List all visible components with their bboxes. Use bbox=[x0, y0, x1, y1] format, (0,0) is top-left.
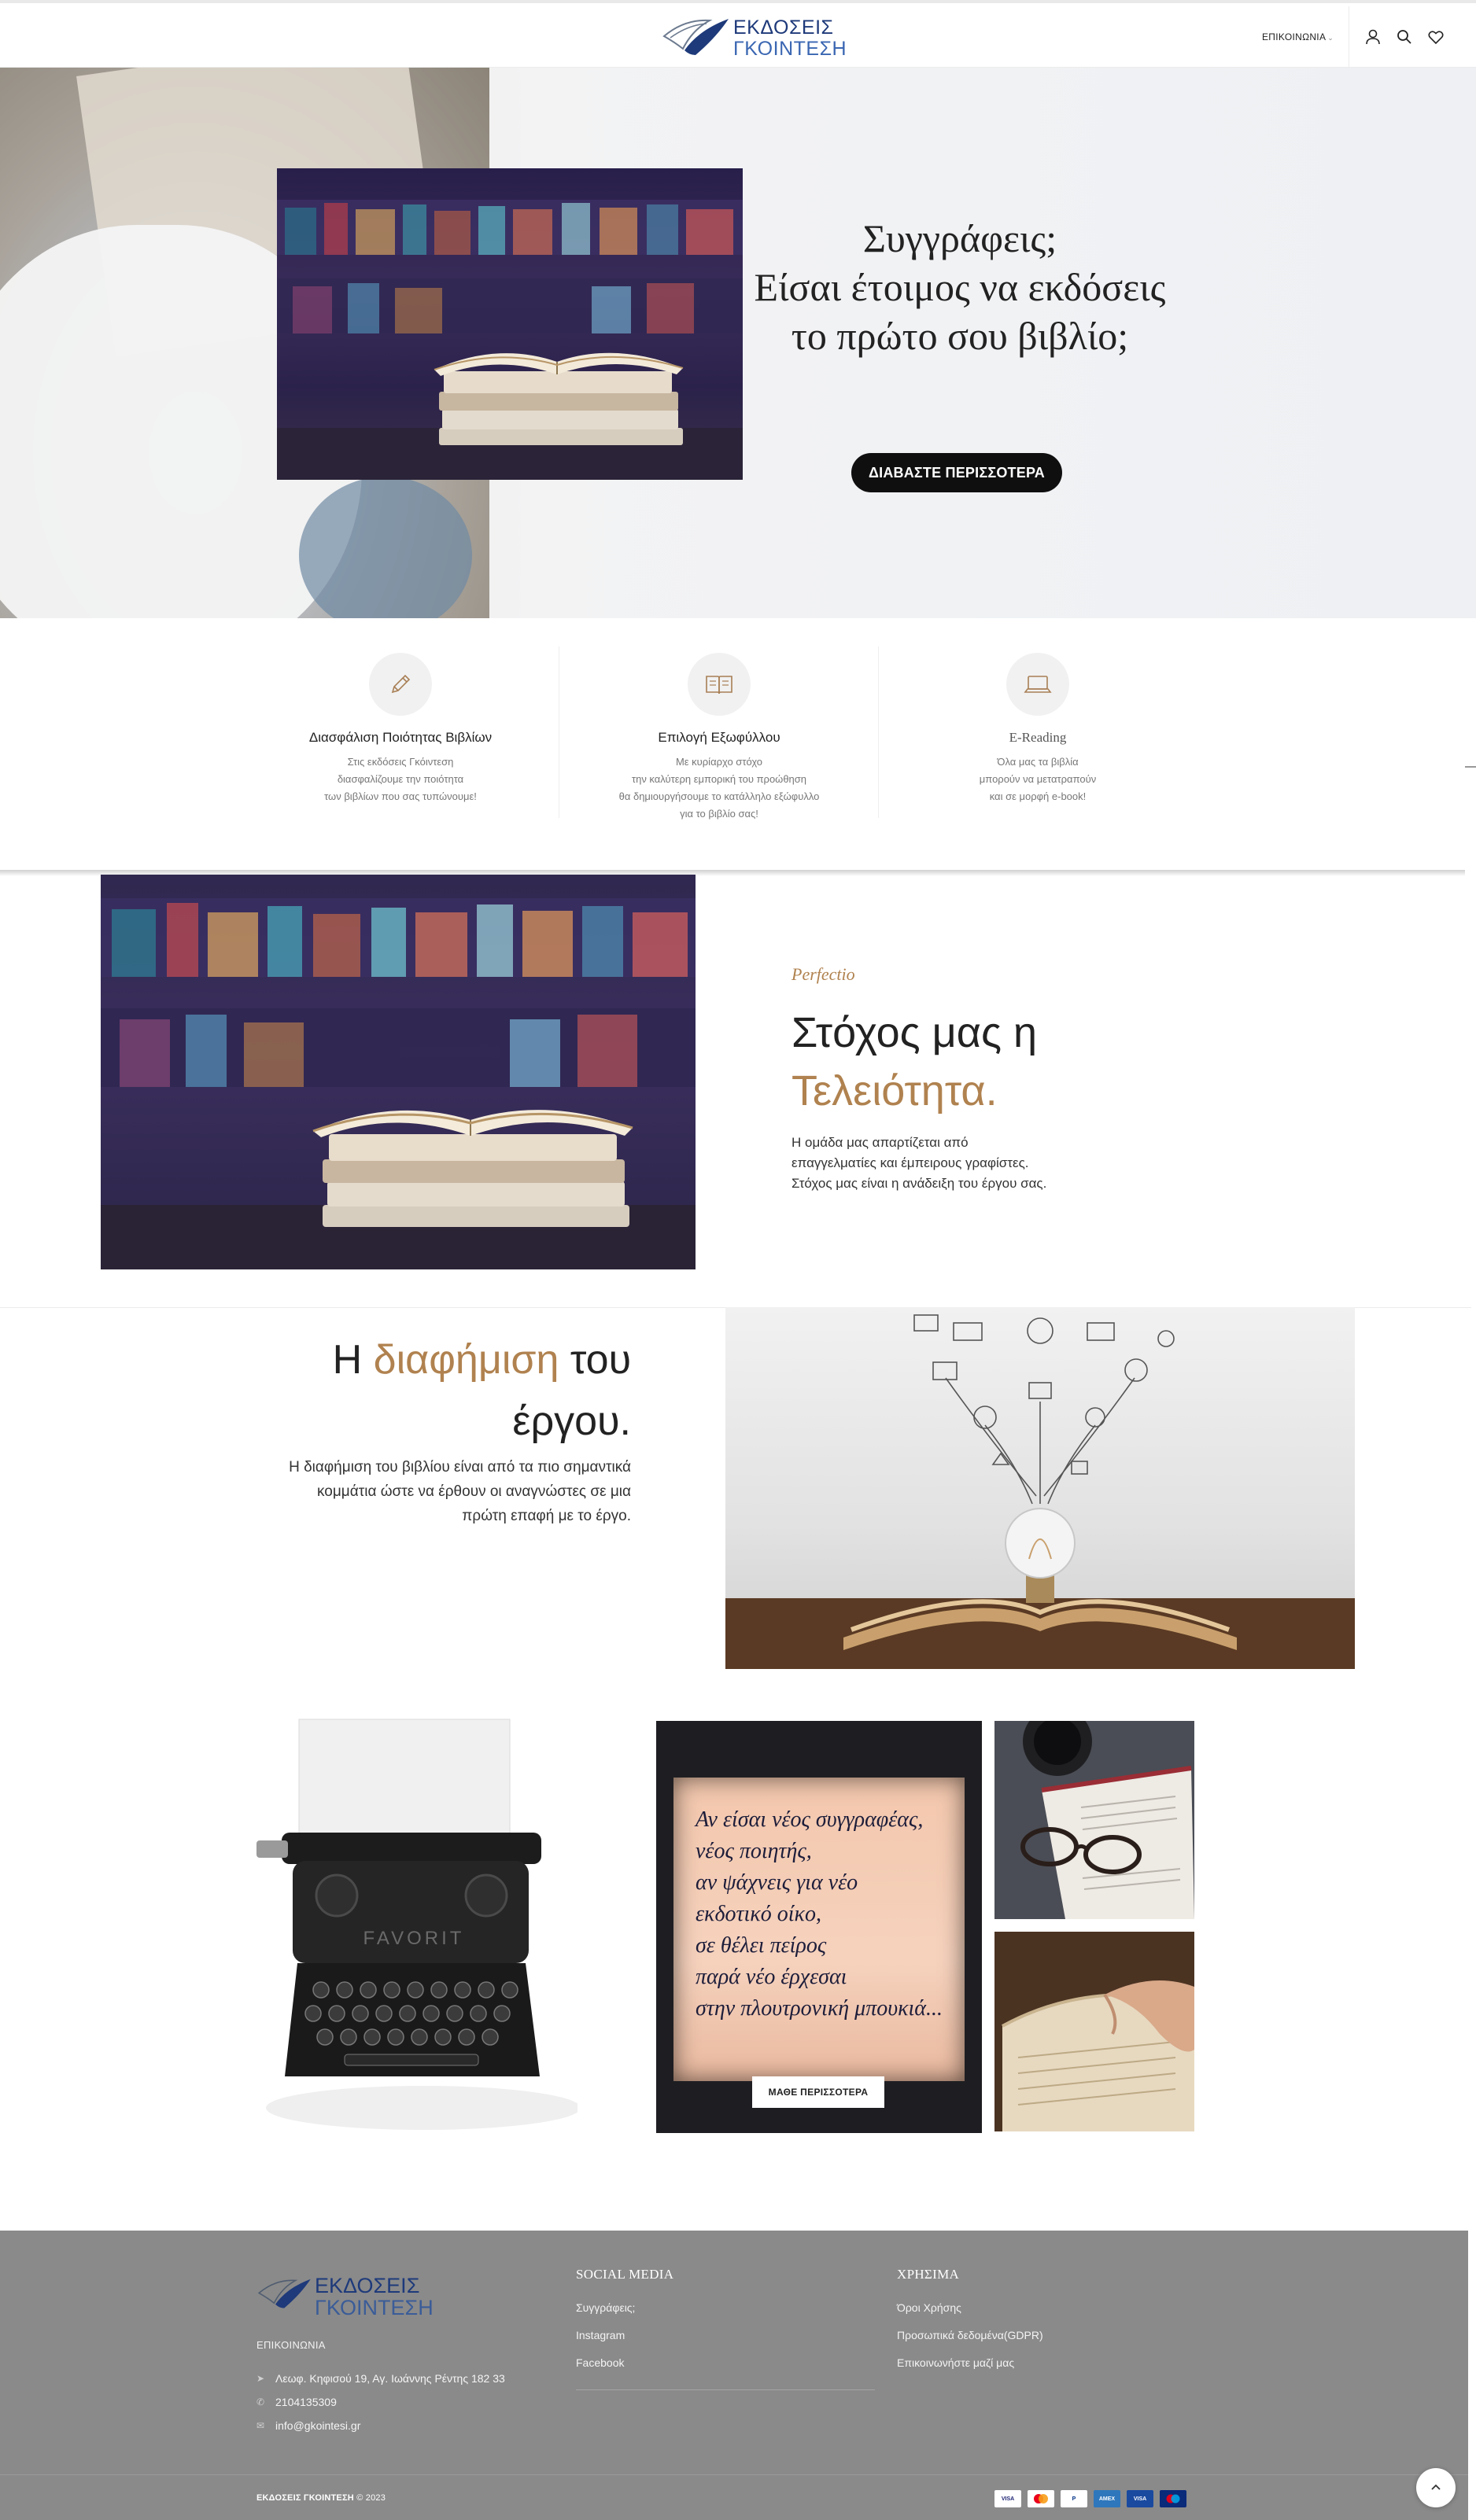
copyright-year: © 2023 bbox=[356, 2493, 386, 2503]
advertising-title-line2: έργου. bbox=[512, 1398, 631, 1444]
reading-hand-photo bbox=[994, 1932, 1194, 2131]
svg-text:FAVORIT: FAVORIT bbox=[363, 1928, 465, 1949]
note-text: Αν είσαι νέος συγγραφέας, νέος ποιητής, … bbox=[696, 1807, 943, 2021]
advertising-paragraph: Η διαφήμιση του βιβλίου είναι από τα πιο… bbox=[289, 1459, 631, 1524]
perfection-books-photo bbox=[101, 875, 696, 1269]
footer-link-terms[interactable]: Όροι Χρήσης bbox=[897, 2301, 961, 2314]
footer-divider bbox=[576, 2389, 875, 2390]
advertising-lightbulb-photo bbox=[725, 1307, 1355, 1669]
site-footer: ΕΚΔΟΣΕΙΣ ΓΚΟΙΝΤΕΣΗ ΕΠΙΚΟΙΝΩΝΙΑ ➤ Λεωφ. Κη… bbox=[0, 2231, 1468, 2520]
advertising-title: Η διαφήμιση του έργου. bbox=[236, 1329, 631, 1452]
phone-icon: ✆ bbox=[256, 2397, 265, 2408]
advertising-title-prefix: Η bbox=[332, 1337, 374, 1383]
paypal-icon: P bbox=[1061, 2490, 1087, 2507]
footer-logo-line2: ΓΚΟΙΝΤΕΣΗ bbox=[315, 2296, 434, 2319]
footer-logo-line1: ΕΚΔΟΣΕΙΣ bbox=[315, 2274, 420, 2297]
hero-books-photo bbox=[277, 168, 743, 480]
learn-more-button[interactable]: ΜΑΘΕ ΠΕΡΙΣΣΟΤΕΡΑ bbox=[752, 2076, 884, 2108]
visa-electron-icon: VISA bbox=[1127, 2490, 1153, 2507]
location-arrow-icon: ➤ bbox=[256, 2373, 265, 2384]
footer-link-contact-us[interactable]: Επικοινωνήστε μαζί μας bbox=[897, 2356, 1014, 2369]
footer-social-title: SOCIAL MEDIA bbox=[576, 2267, 674, 2282]
footer-contact-heading: ΕΠΙΚΟΙΝΩΝΙΑ bbox=[256, 2339, 326, 2351]
edge-marker bbox=[1465, 766, 1476, 768]
feature-title: Επιλογή Εξωφύλλου bbox=[658, 730, 780, 745]
logo-text: ΕΚΔΟΣΕΙΣ ΓΚΟΙΝΤΕΣΗ bbox=[733, 17, 847, 60]
read-more-button[interactable]: ΔΙΑΒΑΣΤΕ ΠΕΡΙΣΣΟΤΕΡΑ bbox=[851, 453, 1062, 492]
feature-description: Με κυρίαρχο στόχο την καλύτερη εμπορική … bbox=[618, 756, 820, 820]
footer-email[interactable]: ✉ info@gkointesi.gr bbox=[256, 2419, 360, 2432]
feature-quality: Διασφάλιση Ποιότητας Βιβλίων Στις εκδόσε… bbox=[242, 653, 559, 805]
site-logo[interactable]: ΕΚΔΟΣΕΙΣ ΓΚΟΙΝΤΕΣΗ bbox=[661, 14, 847, 63]
footer-link-facebook[interactable]: Facebook bbox=[576, 2356, 624, 2369]
footer-email-text: info@gkointesi.gr bbox=[275, 2419, 361, 2432]
typewriter-photo: FAVORIT bbox=[250, 1715, 577, 2131]
perfection-script-label: Perfectio bbox=[792, 964, 855, 984]
hero-title: Συγγράφεις; Είσαι έτοιμος να εκδόσεις το… bbox=[677, 214, 1243, 360]
site-header: ΕΚΔΟΣΕΙΣ ΓΚΟΙΝΤΕΣΗ ΕΠΙΚΟΙΝΩΝΙΑ ⌄ bbox=[0, 0, 1476, 71]
chevron-down-icon: ⌄ bbox=[1327, 34, 1334, 42]
laptop-icon bbox=[1024, 676, 1052, 693]
pencil-icon bbox=[391, 674, 411, 694]
nav-contact-link[interactable]: ΕΠΙΚΟΙΝΩΝΙΑ ⌄ bbox=[1262, 31, 1334, 42]
footer-link-gdpr[interactable]: Προσωπικά δεδομένα(GDPR) bbox=[897, 2329, 1043, 2341]
feature-description: Στις εκδόσεις Γκόιντεση διασφαλίζουμε τη… bbox=[324, 756, 477, 802]
mastercard-icon bbox=[1028, 2490, 1054, 2507]
search-icon[interactable] bbox=[1396, 28, 1413, 46]
hero-section: Συγγράφεις; Είσαι έτοιμος να εκδόσεις το… bbox=[0, 68, 1476, 618]
hero-title-line3: το πρώτο σου βιβλίο; bbox=[791, 314, 1129, 358]
quill-logo-icon bbox=[257, 2279, 311, 2308]
hero-title-line1: Συγγράφεις; bbox=[862, 216, 1057, 260]
footer-useful-title: ΧΡΗΣΙΜΑ bbox=[897, 2267, 960, 2282]
perfection-title-line1: Στόχος μας η bbox=[792, 1009, 1038, 1056]
perfection-title-line2: Τελειότητα. bbox=[792, 1067, 998, 1114]
quill-logo-icon bbox=[662, 19, 729, 55]
scroll-to-top-button[interactable] bbox=[1416, 2468, 1456, 2507]
logo-line1: ΕΚΔΟΣΕΙΣ bbox=[733, 17, 834, 39]
chevron-up-icon bbox=[1431, 2484, 1441, 2490]
footer-link-instagram[interactable]: Instagram bbox=[576, 2329, 625, 2341]
envelope-icon: ✉ bbox=[256, 2420, 265, 2431]
footer-phone[interactable]: ✆ 2104135309 bbox=[256, 2396, 337, 2408]
open-book-icon bbox=[706, 676, 732, 694]
feature-title: Διασφάλιση Ποιότητας Βιβλίων bbox=[308, 730, 493, 745]
footer-link-writers[interactable]: Συγγράφεις; bbox=[576, 2301, 635, 2314]
nav-contact-label: ΕΠΙΚΟΙΝΩΝΙΑ bbox=[1262, 31, 1327, 42]
visa-icon: VISA bbox=[994, 2490, 1021, 2507]
footer-address-text: Λεωφ. Κηφισού 19, Αγ. Ιωάννης Ρέντης 182… bbox=[275, 2372, 505, 2385]
features-section: Διασφάλιση Ποιότητας Βιβλίων Στις εκδόσε… bbox=[0, 618, 1476, 873]
logo-line2: ΓΚΟΙΝΤΕΣΗ bbox=[733, 38, 847, 60]
feature-title: E-Reading bbox=[1009, 730, 1067, 745]
heart-icon[interactable] bbox=[1427, 28, 1445, 46]
advertising-title-suffix: του bbox=[559, 1337, 631, 1383]
user-icon[interactable] bbox=[1364, 28, 1382, 46]
hero-title-line2: Είσαι έτοιμος να εκδόσεις bbox=[754, 265, 1166, 309]
advertising-title-accent: διαφήμιση bbox=[373, 1337, 559, 1383]
writer-note-card: Αν είσαι νέος συγγραφέας, νέος ποιητής, … bbox=[656, 1721, 982, 2133]
glasses-book-photo bbox=[994, 1721, 1194, 1919]
footer-address: ➤ Λεωφ. Κηφισού 19, Αγ. Ιωάννης Ρέντης 18… bbox=[256, 2372, 505, 2385]
feature-description: Όλα μας τα βιβλία μπορούν να μετατραπούν… bbox=[979, 756, 1097, 802]
footer-copyright: ΕΚΔΟΣΕΙΣ ΓΚΟΙΝΤΕΣΗ © 2023 bbox=[256, 2493, 386, 2503]
handwritten-note: Αν είσαι νέος συγγραφέας, νέος ποιητής, … bbox=[673, 1778, 965, 2081]
feature-icon-circle bbox=[688, 653, 751, 716]
maestro-icon bbox=[1160, 2490, 1186, 2507]
feature-icon-circle bbox=[1006, 653, 1069, 716]
amex-icon: AMEX bbox=[1094, 2490, 1120, 2507]
footer-logo[interactable]: ΕΚΔΟΣΕΙΣ ΓΚΟΙΝΤΕΣΗ bbox=[256, 2270, 437, 2322]
feature-cover: Επιλογή Εξωφύλλου Με κυρίαρχο στόχο την … bbox=[560, 653, 878, 823]
feature-ereading: E-Reading Όλα μας τα βιβλία μπορούν να μ… bbox=[879, 653, 1197, 805]
copyright-brand: ΕΚΔΟΣΕΙΣ ΓΚΟΙΝΤΕΣΗ bbox=[256, 2493, 354, 2503]
footer-bottom-divider bbox=[0, 2474, 1468, 2475]
perfection-paragraph: Η ομάδα μας απαρτίζεται από επαγγελματίε… bbox=[792, 1135, 1047, 1191]
footer-logo-text: ΕΚΔΟΣΕΙΣ ΓΚΟΙΝΤΕΣΗ bbox=[315, 2275, 434, 2319]
feature-icon-circle bbox=[369, 653, 432, 716]
footer-phone-text: 2104135309 bbox=[275, 2396, 337, 2408]
